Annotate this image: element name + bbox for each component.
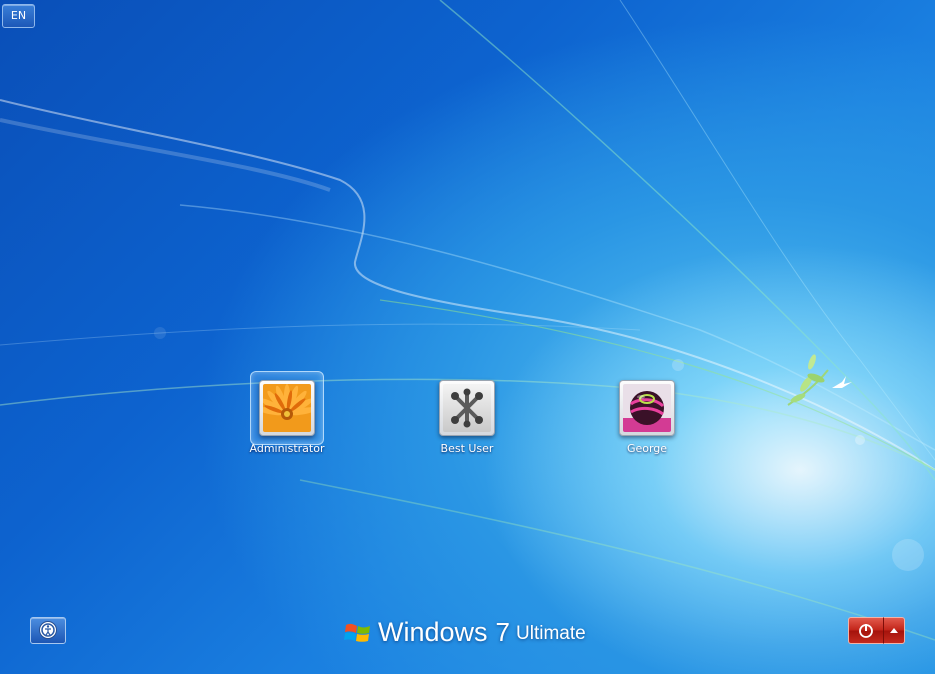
shutdown-controls: [848, 617, 905, 644]
ease-of-access-button[interactable]: [30, 617, 66, 644]
metal-jacks-icon: [443, 384, 491, 432]
pink-ball-icon: [623, 384, 671, 432]
user-tile-george[interactable]: George: [592, 380, 702, 455]
user-tile-administrator[interactable]: Administrator: [232, 371, 342, 455]
user-picture-frame: [439, 380, 495, 436]
shutdown-button[interactable]: [848, 617, 883, 644]
power-icon: [859, 624, 873, 638]
brand-edition: Ultimate: [516, 623, 586, 644]
wallpaper-swooshes: [0, 0, 935, 641]
windows-branding: Windows 7 Ultimate: [344, 617, 586, 647]
brand-version: 7: [495, 617, 510, 647]
user-picture-frame: [619, 380, 675, 436]
ease-of-access-icon: [39, 621, 57, 639]
bird-branch-graphic: [787, 354, 852, 406]
orange-flower-icon: [263, 384, 311, 432]
user-picture-frame: [259, 380, 315, 436]
user-name: George: [626, 442, 668, 455]
user-tile-best-user[interactable]: Best User: [412, 380, 522, 455]
user-name: Best User: [440, 442, 494, 455]
brand-product: Windows: [378, 617, 488, 647]
shutdown-options-button[interactable]: [883, 617, 905, 644]
language-button[interactable]: EN: [2, 4, 35, 28]
triangle-up-icon: [890, 628, 898, 633]
windows-logo-icon: [344, 623, 370, 642]
